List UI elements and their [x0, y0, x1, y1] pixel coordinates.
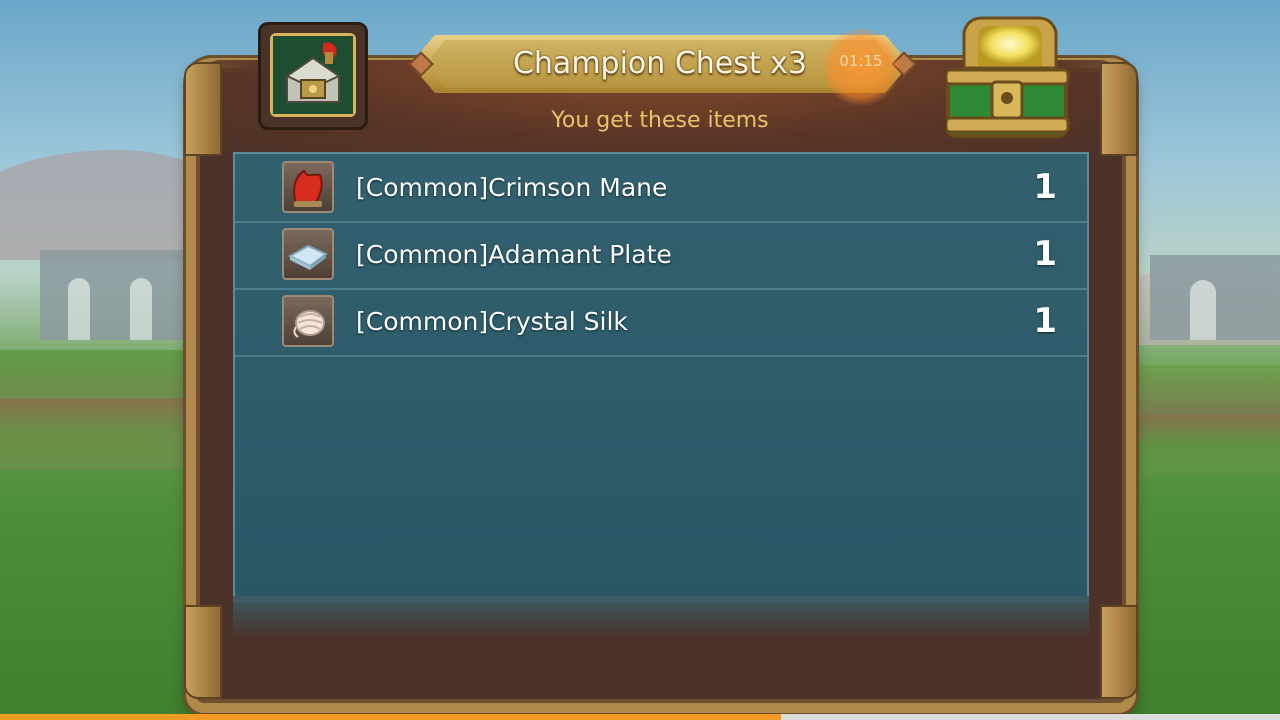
- item-quantity: 1: [1033, 234, 1057, 274]
- list-bottom-fade: [233, 596, 1089, 640]
- frame-corner: [1100, 605, 1138, 699]
- item-quantity: 1: [1033, 167, 1057, 207]
- open-treasure-chest-icon: [944, 10, 1072, 142]
- video-progress-bar[interactable]: [0, 714, 1280, 720]
- item-name: [Common]Adamant Plate: [356, 240, 672, 269]
- item-name: [Common]Crimson Mane: [356, 173, 668, 202]
- dialog-subtitle: You get these items: [551, 108, 769, 133]
- crystal-silk-icon: [282, 295, 334, 347]
- crimson-mane-icon: [282, 161, 334, 213]
- frame-corner: [184, 605, 222, 699]
- video-progress-fill: [0, 714, 781, 720]
- background-ruin: [40, 250, 200, 340]
- timer-text: 01:15: [839, 52, 883, 70]
- background-ruin: [1150, 255, 1280, 340]
- list-item: [Common]Adamant Plate 1: [235, 221, 1087, 290]
- adamant-plate-icon: [282, 228, 334, 280]
- list-item: [Common]Crystal Silk 1: [235, 288, 1087, 357]
- background-cliff: [0, 350, 210, 470]
- item-name: [Common]Crystal Silk: [356, 307, 628, 336]
- frame-corner: [184, 62, 222, 156]
- chest-icon: [270, 33, 356, 117]
- list-item: [Common]Crimson Mane 1: [235, 154, 1087, 223]
- reward-item-list[interactable]: [Common]Crimson Mane 1 [Common]Adamant P…: [233, 152, 1089, 602]
- frame-corner: [1100, 62, 1138, 156]
- item-quantity: 1: [1033, 301, 1057, 341]
